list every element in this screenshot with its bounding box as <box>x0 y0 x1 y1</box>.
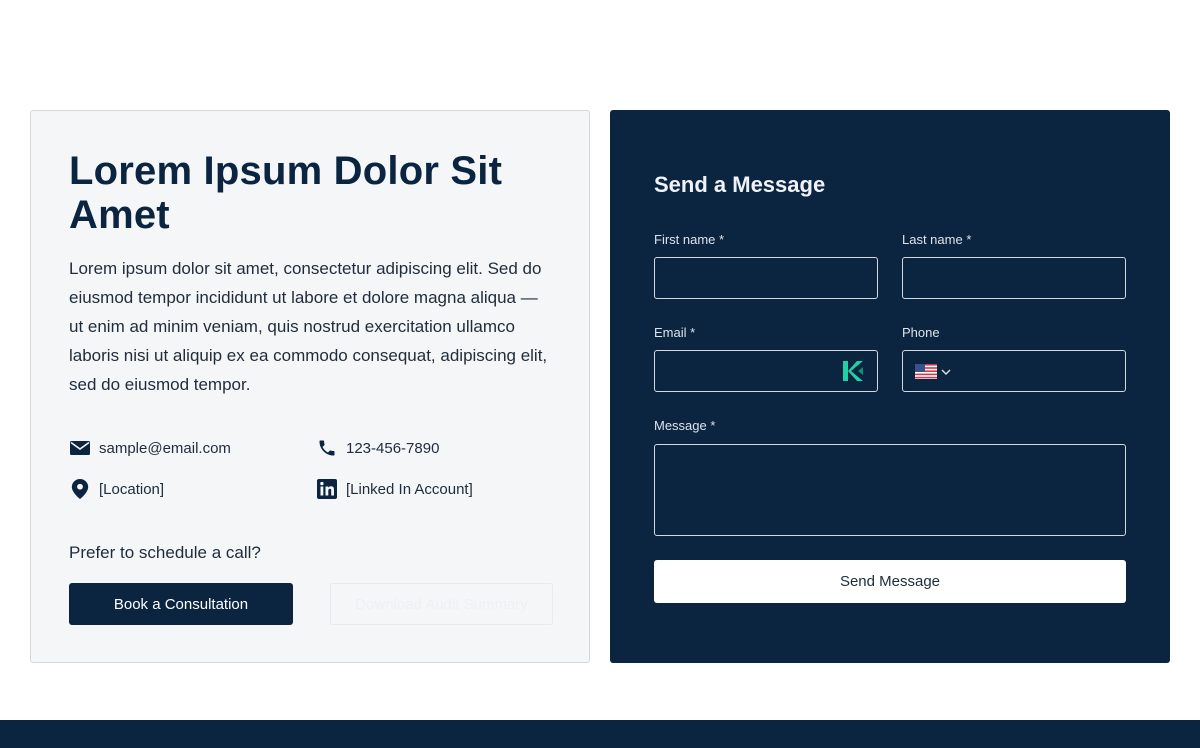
message-label: Message * <box>654 418 716 433</box>
last-name-label: Last name * <box>902 232 972 247</box>
info-description: Lorem ipsum dolor sit amet, consectetur … <box>69 259 548 394</box>
message-textarea[interactable] <box>654 444 1126 536</box>
country-selector[interactable] <box>915 364 951 379</box>
last-name-input[interactable] <box>902 257 1126 299</box>
contact-linkedin-text: [Linked In Account] <box>346 480 473 498</box>
schedule-prompt: Prefer to schedule a call? <box>69 543 261 562</box>
contact-location-text: [Location] <box>99 480 165 498</box>
first-name-label: First name * <box>654 232 725 247</box>
email-label: Email * <box>654 325 696 340</box>
footer-bar <box>0 720 1200 748</box>
contact-page: Lorem Ipsum Dolor Sit Amet Lorem ipsum d… <box>0 0 1200 748</box>
phone-icon <box>316 437 338 459</box>
contact-email[interactable]: sample@email.com <box>69 436 231 460</box>
download-audit-summary-button[interactable]: Download Audit Summary <box>330 583 553 625</box>
send-message-button[interactable]: Send Message <box>654 560 1126 603</box>
us-flag-icon <box>915 364 937 379</box>
contact-phone-text: 123-456-7890 <box>346 439 440 457</box>
map-pin-icon <box>69 478 91 500</box>
message-form: Send a Message First name * Last name * … <box>610 110 1170 663</box>
form-title: Send a Message <box>654 172 826 197</box>
linkedin-icon <box>316 478 338 500</box>
book-consultation-button[interactable]: Book a Consultation <box>69 583 293 625</box>
chevron-down-icon <box>941 369 951 375</box>
envelope-icon <box>69 437 91 459</box>
autofill-icon[interactable] <box>843 361 863 381</box>
first-name-input[interactable] <box>654 257 878 299</box>
phone-input[interactable] <box>902 350 1126 392</box>
info-card: Lorem Ipsum Dolor Sit Amet Lorem ipsum d… <box>30 110 590 663</box>
email-input[interactable] <box>654 350 878 392</box>
contact-email-text: sample@email.com <box>99 439 231 457</box>
phone-label: Phone <box>902 325 940 340</box>
contact-linkedin[interactable]: [Linked In Account] <box>316 477 473 501</box>
contact-phone[interactable]: 123-456-7890 <box>316 436 439 460</box>
info-title: Lorem Ipsum Dolor Sit Amet <box>69 149 503 237</box>
contact-location: [Location] <box>69 477 164 501</box>
